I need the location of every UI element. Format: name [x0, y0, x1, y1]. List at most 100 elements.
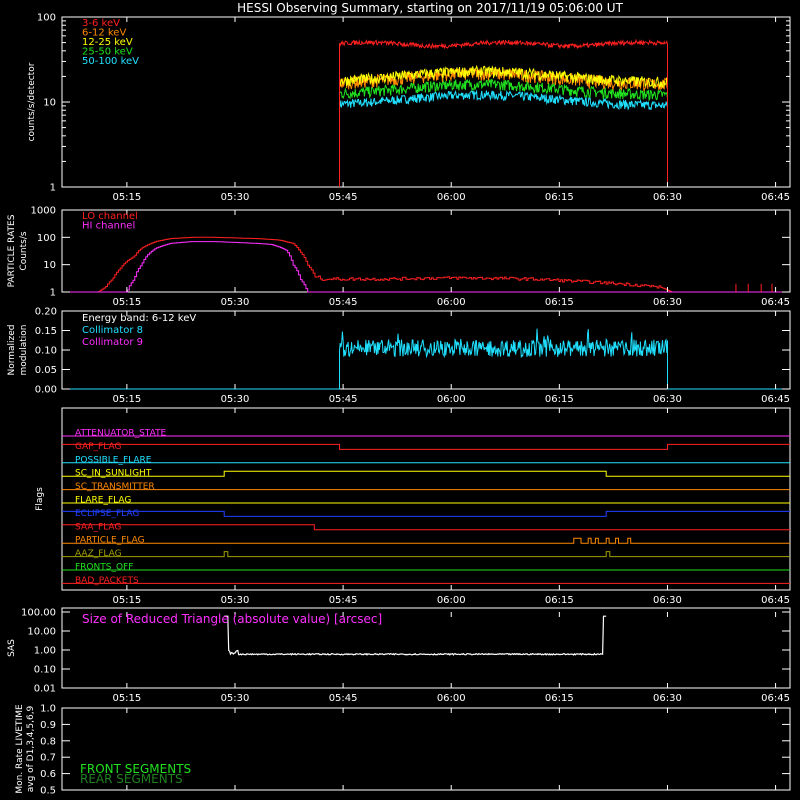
- lo-channel-line: [62, 236, 790, 293]
- x-tick-label: 05:30: [221, 595, 250, 606]
- hi-channel-line: [62, 241, 790, 293]
- x-tick-label: 05:45: [329, 693, 358, 704]
- panel-count-rates: 1 10 100 05:15 05:30 05:45 06:00 06:15 06:30 06:…: [27, 13, 791, 203]
- panel-particle-rates: 1 10 100 1000 05:15 05:30 05:45 06:00 06:15 06:3…: [7, 206, 791, 308]
- series-line-50-100-kev: [339, 89, 668, 187]
- panel-livetime: 0.50.60.70.80.91.0 FRONT SEGMENTS REAR S…: [15, 704, 791, 797]
- legend-entry: Collimator 9: [82, 337, 143, 348]
- x-tick-label: 06:15: [545, 192, 574, 203]
- x-tick-label: 05:30: [221, 192, 250, 203]
- flag-line-gap-flag: [62, 443, 790, 450]
- x-tick-label: 05:15: [112, 394, 141, 405]
- panel-3-ylabel-line-1: Normalized: [7, 324, 17, 375]
- hessi-summary-figure: HESSI Observing Summary, starting on 201…: [7, 1, 791, 797]
- x-tick-label: 05:45: [329, 297, 358, 308]
- panel-2-ylabel-line-2: Counts/s: [19, 231, 29, 270]
- flag-line-sc-in-sunlight: [62, 470, 790, 477]
- y-tick-label: 1000: [31, 206, 56, 217]
- panel-1-legend: 3-6 keV6-12 keV12-25 keV25-50 keV50-100 …: [82, 18, 139, 67]
- flag-label: FRONTS_OFF: [75, 563, 133, 573]
- flag-label: AAZ_FLAG: [75, 549, 122, 559]
- panel-3-ylabel-line-2: modulation: [19, 325, 29, 376]
- panel-2-data: [62, 236, 790, 293]
- panel-1-ylabel: counts/s/detector: [27, 62, 37, 141]
- flag-label: BAD_PACKETS: [75, 576, 139, 586]
- x-tick-label: 05:15: [112, 693, 141, 704]
- panel-2-legend: LO channelHI channel: [82, 211, 138, 232]
- x-tick-label: 06:45: [761, 595, 790, 606]
- x-tick-label: 05:45: [329, 595, 358, 606]
- x-tick-label: 06:30: [653, 394, 682, 405]
- panel-5-ylabel: SAS: [7, 639, 17, 657]
- flag-label: ECLIPSE_FLAG: [75, 509, 139, 519]
- y-tick-label: 1.00: [34, 646, 56, 657]
- x-tick-label: 06:45: [761, 297, 790, 308]
- series-line-25-50-kev: [339, 78, 668, 187]
- x-tick-label: 06:15: [545, 693, 574, 704]
- x-tick-label: 06:15: [545, 595, 574, 606]
- panel-1-frame: [61, 16, 791, 188]
- y-tick-label: 1: [50, 288, 56, 299]
- y-tick-label: 10.00: [27, 627, 56, 638]
- flag-label: SC_TRANSMITTER: [75, 482, 155, 492]
- y-tick-label: 1: [50, 183, 56, 194]
- panel-4-ylabel: Flags: [35, 487, 45, 511]
- x-tick-label: 06:00: [437, 297, 466, 308]
- panel-6-x-ticks: [126, 708, 777, 790]
- y-tick-label: 100: [37, 233, 56, 244]
- panel-3-legend: Energy band: 6-12 keVCollimator 8Collima…: [82, 313, 196, 348]
- panel-4-frame: [61, 407, 791, 591]
- flag-label: ATTENUATOR_STATE: [75, 429, 167, 439]
- panel-sas: 100.00 10.00 1.00 0.10 0.01 05:15 05:30 05:45 0…: [7, 607, 791, 704]
- panel-1-data: [339, 38, 668, 187]
- y-tick-label: 0.10: [35, 346, 57, 357]
- x-tick-label: 05:30: [221, 394, 250, 405]
- panel-5-legend-label: Size of Reduced Triangle (absolute value…: [82, 612, 382, 626]
- flag-label: FLARE_FLAG: [75, 496, 131, 506]
- panel-6-ylabel-line-1: Mon. Rate LIVETIME: [15, 704, 25, 794]
- flag-line-particle-flag: [62, 537, 790, 544]
- x-tick-label: 06:15: [545, 297, 574, 308]
- panel-2-y-ticks: 1 10 100 1000: [31, 206, 790, 299]
- energy-band-label: Energy band: 6-12 keV: [82, 313, 196, 324]
- collimator-8-line: [62, 328, 790, 390]
- x-tick-label: 06:00: [437, 192, 466, 203]
- figure-title: HESSI Observing Summary, starting on 201…: [237, 1, 623, 15]
- flag-label: SAA_FLAG: [75, 522, 121, 532]
- y-tick-label: 100.00: [21, 608, 56, 619]
- panel-3-x-ticks: 05:15 05:30 05:45 06:00 06:15 06:30 06:45: [112, 311, 790, 405]
- x-tick-label: 06:00: [437, 595, 466, 606]
- panel-modulation: 0.00 0.05 0.10 0.15 0.20 05:15 05:30 05:45 06:0…: [7, 307, 791, 405]
- x-tick-label: 05:45: [329, 394, 358, 405]
- panel-1-y-ticks: 1 10 100: [37, 13, 790, 194]
- y-tick-label: 0.8: [40, 736, 56, 747]
- panel-flags: ATTENUATOR_STATE GAP_FLAG POSSIBLE_FLARE SC…: [35, 407, 791, 606]
- x-tick-label: 06:15: [545, 394, 574, 405]
- x-tick-label: 06:45: [761, 192, 790, 203]
- x-tick-label: 06:30: [653, 693, 682, 704]
- panel-6-legend-rear: REAR SEGMENTS: [80, 772, 183, 786]
- y-tick-label: 10: [43, 98, 56, 109]
- x-tick-label: 06:00: [437, 693, 466, 704]
- y-tick-label: 0.00: [35, 385, 57, 396]
- y-tick-label: 0.6: [40, 769, 56, 780]
- x-tick-label: 06:30: [653, 595, 682, 606]
- x-tick-label: 05:15: [112, 192, 141, 203]
- panel-2-ylabel-line-1: PARTICLE RATES: [7, 214, 17, 287]
- y-tick-label: 100: [37, 13, 56, 24]
- legend-entry: Collimator 8: [82, 325, 143, 336]
- x-tick-label: 06:30: [653, 192, 682, 203]
- x-tick-label: 05:30: [221, 297, 250, 308]
- panel-2-frame: [61, 209, 791, 293]
- flag-line-aaz-flag: [62, 551, 790, 558]
- series-line-3-6-kev: [339, 38, 668, 187]
- y-tick-label: 10: [43, 260, 56, 271]
- panel-4-x-ticks: 05:15 05:30 05:45 06:00 06:15 06:30 06:45: [112, 408, 790, 606]
- panel-2-x-ticks: 05:15 05:30 05:45 06:00 06:15 06:30 06:45: [112, 210, 790, 308]
- x-tick-label: 06:00: [437, 394, 466, 405]
- flag-label: GAP_FLAG: [75, 442, 121, 452]
- y-tick-label: 0.15: [35, 326, 57, 337]
- y-tick-label: 0.01: [34, 684, 56, 695]
- x-tick-label: 05:15: [112, 595, 141, 606]
- panel-6-ylabel-line-2: avg of D1,3,4,5,6,9: [26, 705, 36, 792]
